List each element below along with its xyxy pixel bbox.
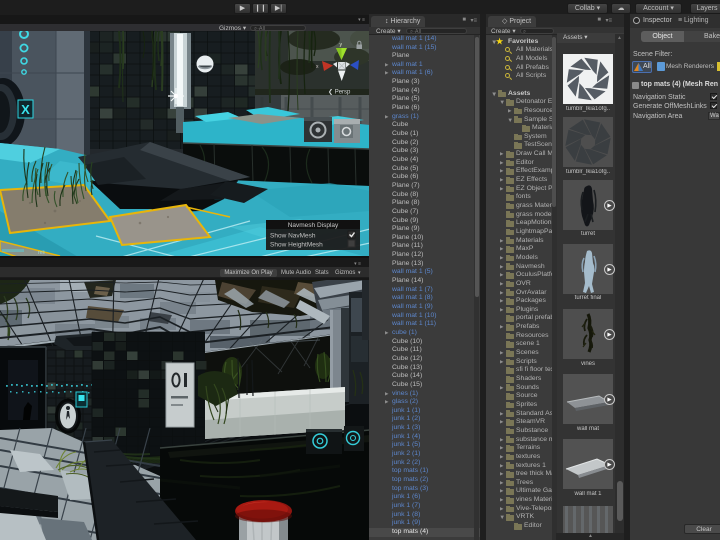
svg-text:reli: reli <box>38 250 45 256</box>
svg-text:X: X <box>21 102 30 117</box>
svg-text:Show NavMesh: Show NavMesh <box>270 233 316 240</box>
svg-text:❮ Persp: ❮ Persp <box>328 89 351 96</box>
svg-text:Navmesh Display: Navmesh Display <box>288 222 339 229</box>
svg-text:Show HeightMesh: Show HeightMesh <box>270 242 323 249</box>
